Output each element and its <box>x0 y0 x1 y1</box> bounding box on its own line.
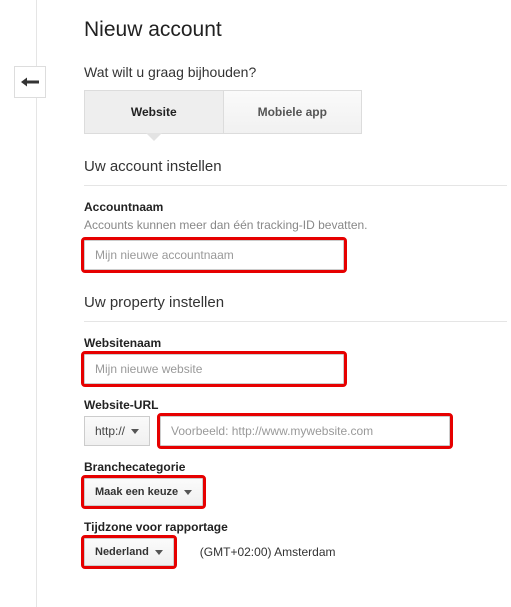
protocol-value: http:// <box>95 424 125 438</box>
page-title: Nieuw account <box>84 18 507 42</box>
timezone-display: (GMT+02:00) Amsterdam <box>200 545 336 559</box>
tracking-tabs: Website Mobiele app <box>84 90 362 134</box>
tracking-question: Wat wilt u graag bijhouden? <box>84 64 507 80</box>
accountname-input[interactable] <box>84 240 344 270</box>
chevron-down-icon <box>155 550 163 555</box>
property-section-heading: Uw property instellen <box>84 294 507 311</box>
chevron-down-icon <box>131 429 139 434</box>
back-arrow-icon <box>21 76 39 88</box>
accountname-helper: Accounts kunnen meer dan één tracking-ID… <box>84 218 507 232</box>
back-button[interactable] <box>14 66 46 98</box>
website-url-input[interactable] <box>160 416 450 446</box>
timezone-label: Tijdzone voor rapportage <box>84 520 507 534</box>
tab-website[interactable]: Website <box>85 91 223 134</box>
account-section-heading: Uw account instellen <box>84 158 507 175</box>
tab-mobile-app[interactable]: Mobiele app <box>223 91 362 134</box>
chevron-down-icon <box>184 490 192 495</box>
timezone-country-value: Nederland <box>95 546 149 558</box>
category-select[interactable]: Maak een keuze <box>84 478 203 506</box>
category-label: Branchecategorie <box>84 460 507 474</box>
accountname-label: Accountnaam <box>84 200 507 214</box>
websitename-label: Websitenaam <box>84 336 507 350</box>
category-value: Maak een keuze <box>95 486 178 498</box>
websitename-input[interactable] <box>84 354 344 384</box>
protocol-select[interactable]: http:// <box>84 416 150 446</box>
timezone-row: Nederland (GMT+02:00) Amsterdam <box>84 538 507 566</box>
url-row: http:// <box>84 416 507 446</box>
divider <box>84 321 507 322</box>
main-content: Nieuw account Wat wilt u graag bijhouden… <box>84 18 511 566</box>
timezone-country-select[interactable]: Nederland <box>84 538 174 566</box>
website-url-label: Website-URL <box>84 398 507 412</box>
divider <box>84 185 507 186</box>
